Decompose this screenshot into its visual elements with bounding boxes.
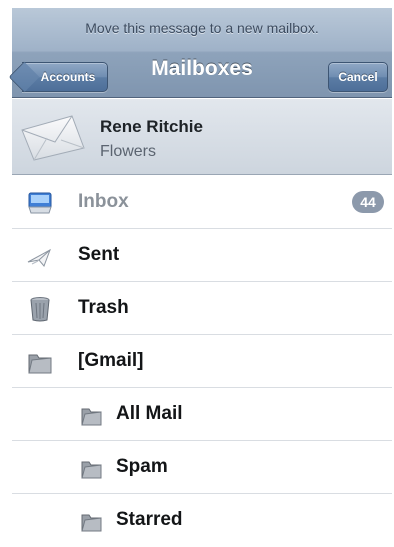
mailbox-row-starred[interactable]: Starred [12, 494, 392, 547]
mailbox-name: Spam [116, 456, 168, 477]
mailbox-name: Inbox [78, 191, 129, 212]
envelope-icon [21, 115, 85, 161]
mailbox-name: Starred [116, 509, 183, 530]
unread-count-badge: 44 [352, 191, 384, 213]
navigation-bar: Move this message to a new mailbox. Acco… [8, 8, 392, 98]
mailbox-list: Inbox 44 Sent Trash [Gmail] All Mail Spa… [12, 176, 392, 547]
message-sender: Rene Ritchie [100, 117, 203, 136]
mailbox-row-gmail[interactable]: [Gmail] [12, 335, 392, 388]
mailbox-row-all-mail[interactable]: All Mail [12, 388, 392, 441]
trash-icon [30, 297, 50, 322]
folder-icon [81, 408, 102, 426]
message-subject: Flowers [100, 143, 157, 160]
mailbox-row-sent[interactable]: Sent [12, 229, 392, 282]
move-prompt: Move this message to a new mailbox. [85, 20, 319, 36]
sent-icon [27, 248, 51, 267]
move-message-screen: Move this message to a new mailbox. Acco… [0, 0, 394, 547]
inbox-icon [28, 192, 52, 214]
mailbox-row-trash[interactable]: Trash [12, 282, 392, 335]
mailbox-name: Trash [78, 297, 129, 318]
folder-icon [81, 461, 102, 479]
mailbox-name: [Gmail] [78, 350, 144, 371]
mailbox-name: All Mail [116, 403, 183, 424]
message-preview: Rene Ritchie Flowers [12, 99, 392, 175]
folder-icon [28, 354, 52, 374]
mailbox-row-inbox: Inbox 44 [12, 176, 392, 229]
mailbox-name: Sent [78, 244, 120, 265]
cancel-button[interactable]: Cancel [328, 62, 388, 92]
mailbox-row-spam[interactable]: Spam [12, 441, 392, 494]
folder-icon [81, 514, 102, 532]
